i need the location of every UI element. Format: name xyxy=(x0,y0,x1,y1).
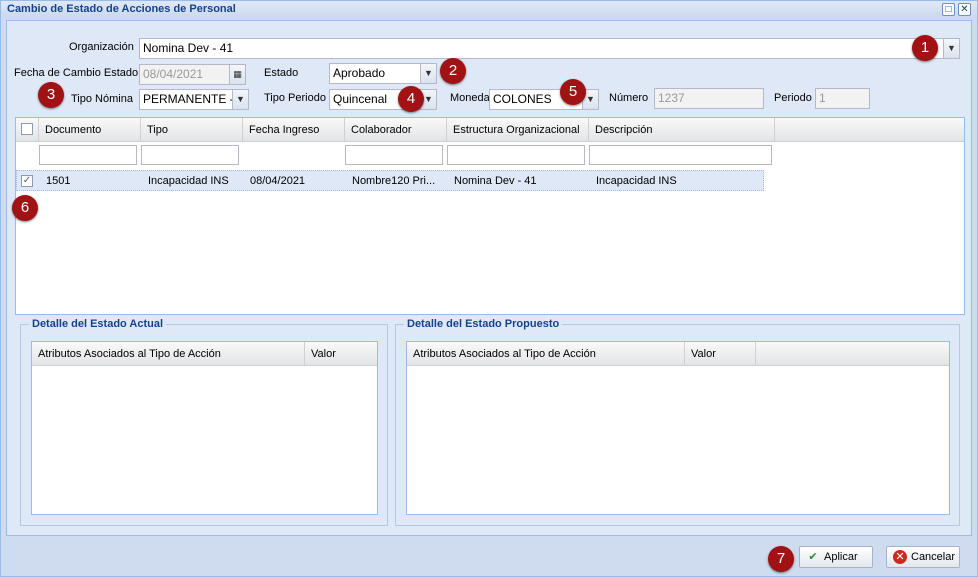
tipo-periodo-label: Tipo Periodo xyxy=(264,92,326,104)
detalle-propuesto-title: Detalle del Estado Propuesto xyxy=(404,318,563,330)
numero-value: 1237 xyxy=(658,91,685,105)
annotation-badge-2: 2 xyxy=(440,58,466,84)
acciones-grid: Documento Tipo Fecha Ingreso Colaborador… xyxy=(15,117,965,315)
chevron-down-icon[interactable]: ▼ xyxy=(420,64,436,83)
organizacion-value: Nomina Dev - 41 xyxy=(143,41,234,55)
cell-fecha-ingreso: 08/04/2021 xyxy=(250,175,306,187)
aplicar-button[interactable]: ✔ Aplicar xyxy=(799,546,873,568)
aplicar-label: Aplicar xyxy=(824,551,858,563)
periodo-value: 1 xyxy=(819,91,826,105)
col-tipo[interactable]: Tipo xyxy=(141,118,243,142)
annotation-badge-6: 6 xyxy=(12,195,38,221)
periodo-field: 1 xyxy=(815,88,870,109)
cell-descripcion: Incapacidad INS xyxy=(596,175,677,187)
annotation-badge-5: 5 xyxy=(560,79,586,105)
annotation-badge-7: 7 xyxy=(768,546,794,572)
cell-colaborador: Nombre120 Pri... xyxy=(352,175,436,187)
numero-field: 1237 xyxy=(654,88,764,109)
annotation-badge-1: 1 xyxy=(912,35,938,61)
fecha-cambio-value: 08/04/2021 xyxy=(143,67,204,81)
col-atributos[interactable]: Atributos Asociados al Tipo de Acción xyxy=(407,342,685,366)
detalle-actual-header: Atributos Asociados al Tipo de Acción Va… xyxy=(32,342,377,366)
cancelar-label: Cancelar xyxy=(911,551,956,563)
organizacion-combo[interactable]: Nomina Dev - 41 ▼ xyxy=(139,38,960,59)
annotation-badge-4: 4 xyxy=(398,86,424,112)
chevron-down-icon[interactable]: ▼ xyxy=(943,39,959,58)
col-colaborador[interactable]: Colaborador xyxy=(345,118,447,142)
detalle-actual-grid: Atributos Asociados al Tipo de Acción Va… xyxy=(31,341,378,515)
dialog-window: Cambio de Estado de Acciones de Personal… xyxy=(0,0,978,577)
row-checkbox[interactable]: ✓ xyxy=(21,175,33,187)
checkmark-icon: ✔ xyxy=(808,551,818,563)
periodo-label: Periodo xyxy=(774,92,812,104)
estado-value: Aprobado xyxy=(333,66,386,80)
cancelar-button[interactable]: ✕ Cancelar xyxy=(886,546,960,568)
chevron-down-icon[interactable]: ▼ xyxy=(232,90,248,109)
calendar-icon: ▦ xyxy=(229,65,245,84)
filter-colaborador-input[interactable] xyxy=(345,145,443,165)
select-all-header xyxy=(16,118,39,142)
tipo-periodo-value: Quincenal xyxy=(333,92,388,106)
grid-header: Documento Tipo Fecha Ingreso Colaborador… xyxy=(16,118,964,142)
cancel-icon: ✕ xyxy=(893,550,907,564)
tipo-nomina-label: Tipo Nómina xyxy=(71,93,133,105)
filter-estructura-input[interactable] xyxy=(447,145,585,165)
window-title: Cambio de Estado de Acciones de Personal xyxy=(7,3,236,15)
filter-descripcion-input[interactable] xyxy=(589,145,772,165)
detalle-actual-title: Detalle del Estado Actual xyxy=(29,318,167,330)
select-all-checkbox[interactable] xyxy=(21,123,33,135)
col-descripcion[interactable]: Descripción xyxy=(589,118,775,142)
col-documento[interactable]: Documento xyxy=(39,118,141,142)
moneda-label: Moneda xyxy=(450,92,490,104)
col-valor[interactable]: Valor xyxy=(305,342,378,366)
organizacion-label: Organización xyxy=(69,41,134,53)
annotation-badge-3: 3 xyxy=(38,82,64,108)
detalle-actual-fieldset: Detalle del Estado Actual Atributos Asoc… xyxy=(20,318,388,526)
cell-documento: 1501 xyxy=(46,175,71,187)
tipo-nomina-combo[interactable]: PERMANENTE - ▼ xyxy=(139,89,249,110)
close-icon[interactable]: ✕ xyxy=(958,3,971,16)
cell-tipo: Incapacidad INS xyxy=(148,175,229,187)
col-estructura[interactable]: Estructura Organizacional xyxy=(447,118,589,142)
tipo-nomina-value: PERMANENTE - xyxy=(143,92,234,106)
title-bar: Cambio de Estado de Acciones de Personal… xyxy=(1,1,977,18)
filter-tipo-input[interactable] xyxy=(141,145,239,165)
col-atributos[interactable]: Atributos Asociados al Tipo de Acción xyxy=(32,342,305,366)
detalle-propuesto-header: Atributos Asociados al Tipo de Acción Va… xyxy=(407,342,949,366)
detalle-propuesto-grid: Atributos Asociados al Tipo de Acción Va… xyxy=(406,341,950,515)
fecha-cambio-field: 08/04/2021 ▦ xyxy=(139,64,246,85)
fecha-cambio-label: Fecha de Cambio Estado xyxy=(14,67,139,79)
cell-estructura: Nomina Dev - 41 xyxy=(454,175,537,187)
col-valor[interactable]: Valor xyxy=(685,342,756,366)
numero-label: Número xyxy=(609,92,649,104)
estado-label: Estado xyxy=(264,67,299,79)
table-row[interactable]: ✓ 1501 Incapacidad INS 08/04/2021 Nombre… xyxy=(16,170,764,191)
moneda-value: COLONES xyxy=(493,92,552,106)
filter-documento-input[interactable] xyxy=(39,145,137,165)
detalle-propuesto-fieldset: Detalle del Estado Propuesto Atributos A… xyxy=(395,318,960,526)
estado-combo[interactable]: Aprobado ▼ xyxy=(329,63,437,84)
maximize-icon[interactable]: □ xyxy=(942,3,955,16)
col-fecha-ingreso[interactable]: Fecha Ingreso xyxy=(243,118,345,142)
